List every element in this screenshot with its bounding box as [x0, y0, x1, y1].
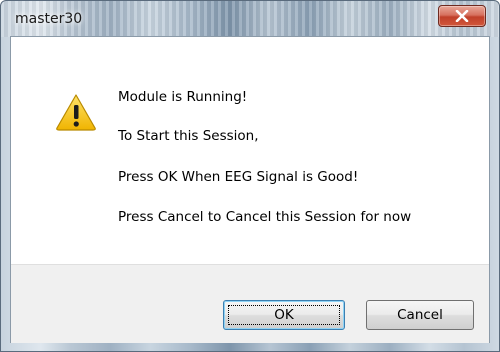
cancel-button[interactable]: Cancel	[366, 300, 474, 330]
focus-rectangle	[228, 305, 340, 325]
message-line-4: Press Cancel to Cancel this Session for …	[118, 209, 412, 225]
message-line-2: To Start this Session,	[118, 128, 259, 144]
dialog-window: master30 Module is Running! To Start thi…	[0, 0, 500, 352]
message-line-1: Module is Running!	[118, 89, 248, 105]
button-bar: OK Cancel	[11, 264, 489, 343]
dialog-client-area: Module is Running! To Start this Session…	[10, 36, 490, 343]
ok-button[interactable]: OK	[223, 300, 345, 330]
close-button[interactable]	[438, 5, 486, 27]
close-icon	[455, 10, 469, 22]
window-title: master30	[15, 11, 83, 27]
warning-icon	[56, 94, 96, 131]
message-line-3: Press OK When EEG Signal is Good!	[118, 169, 359, 185]
cancel-button-label: Cancel	[397, 307, 443, 323]
title-bar[interactable]: master30	[1, 1, 499, 37]
